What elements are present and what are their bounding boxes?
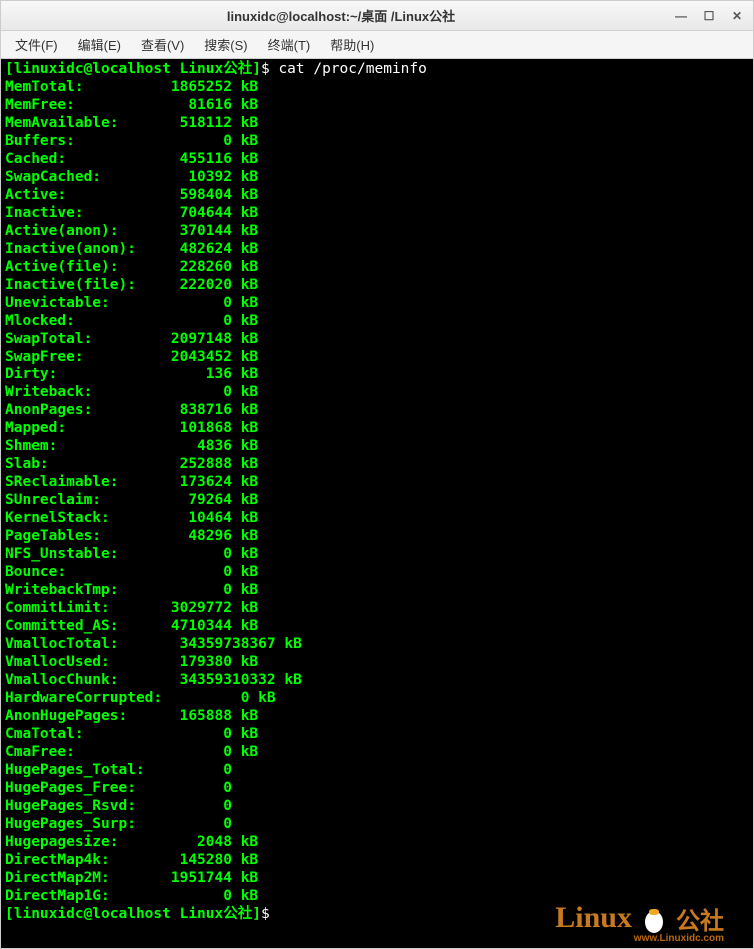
meminfo-row: SwapTotal: 2097148 kB — [5, 331, 258, 347]
prompt-dollar: $ — [261, 61, 278, 77]
meminfo-row: SwapCached: 10392 kB — [5, 169, 258, 185]
close-button[interactable]: ✕ — [729, 8, 745, 24]
meminfo-row: Dirty: 136 kB — [5, 366, 258, 382]
meminfo-row: Slab: 252888 kB — [5, 456, 258, 472]
prompt-line-end: [linuxidc@localhost Linux公社] — [5, 906, 261, 922]
meminfo-row: VmallocTotal: 34359738367 kB — [5, 636, 302, 652]
meminfo-row: CmaTotal: 0 kB — [5, 726, 258, 742]
meminfo-row: Active(file): 228260 kB — [5, 259, 258, 275]
meminfo-row: AnonHugePages: 165888 kB — [5, 708, 258, 724]
meminfo-row: HugePages_Surp: 0 — [5, 816, 232, 832]
maximize-button[interactable]: ☐ — [701, 8, 717, 24]
prompt-line: [linuxidc@localhost Linux公社] — [5, 61, 261, 77]
meminfo-row: Inactive(file): 222020 kB — [5, 277, 258, 293]
prompt-dollar-end: $ — [261, 906, 278, 922]
meminfo-row: Inactive(anon): 482624 kB — [5, 241, 258, 257]
meminfo-row: VmallocUsed: 179380 kB — [5, 654, 258, 670]
menu-edit[interactable]: 编辑(E) — [68, 31, 131, 58]
terminal-window: linuxidc@localhost:~/桌面 /Linux公社 — ☐ ✕ 文… — [0, 0, 754, 949]
meminfo-row: KernelStack: 10464 kB — [5, 510, 258, 526]
titlebar[interactable]: linuxidc@localhost:~/桌面 /Linux公社 — ☐ ✕ — [1, 1, 753, 31]
meminfo-row: CommitLimit: 3029772 kB — [5, 600, 258, 616]
menu-terminal[interactable]: 终端(T) — [258, 31, 321, 58]
meminfo-row: SReclaimable: 173624 kB — [5, 474, 258, 490]
meminfo-row: MemAvailable: 518112 kB — [5, 115, 258, 131]
meminfo-row: Writeback: 0 kB — [5, 384, 258, 400]
meminfo-row: Cached: 455116 kB — [5, 151, 258, 167]
meminfo-row: HugePages_Total: 0 — [5, 762, 232, 778]
command-text: cat /proc/meminfo — [278, 61, 426, 77]
menu-view[interactable]: 查看(V) — [131, 31, 194, 58]
meminfo-row: Buffers: 0 kB — [5, 133, 258, 149]
meminfo-row: Bounce: 0 kB — [5, 564, 258, 580]
window-title: linuxidc@localhost:~/桌面 /Linux公社 — [9, 6, 673, 25]
meminfo-row: Hugepagesize: 2048 kB — [5, 834, 258, 850]
meminfo-row: SwapFree: 2043452 kB — [5, 349, 258, 365]
menubar: 文件(F) 编辑(E) 查看(V) 搜索(S) 终端(T) 帮助(H) — [1, 31, 753, 59]
meminfo-row: NFS_Unstable: 0 kB — [5, 546, 258, 562]
meminfo-row: Mlocked: 0 kB — [5, 313, 258, 329]
menu-file[interactable]: 文件(F) — [5, 31, 68, 58]
meminfo-row: Committed_AS: 4710344 kB — [5, 618, 258, 634]
meminfo-row: DirectMap4k: 145280 kB — [5, 852, 258, 868]
meminfo-row: CmaFree: 0 kB — [5, 744, 258, 760]
meminfo-row: WritebackTmp: 0 kB — [5, 582, 258, 598]
window-controls: — ☐ ✕ — [673, 8, 745, 24]
meminfo-row: Inactive: 704644 kB — [5, 205, 258, 221]
meminfo-row: Mapped: 101868 kB — [5, 420, 258, 436]
meminfo-row: SUnreclaim: 79264 kB — [5, 492, 258, 508]
meminfo-row: PageTables: 48296 kB — [5, 528, 258, 544]
meminfo-row: HugePages_Free: 0 — [5, 780, 232, 796]
meminfo-row: HugePages_Rsvd: 0 — [5, 798, 232, 814]
meminfo-row: DirectMap1G: 0 kB — [5, 888, 258, 904]
meminfo-row: Unevictable: 0 kB — [5, 295, 258, 311]
meminfo-row: DirectMap2M: 1951744 kB — [5, 870, 258, 886]
meminfo-row: MemTotal: 1865252 kB — [5, 79, 258, 95]
meminfo-row: AnonPages: 838716 kB — [5, 402, 258, 418]
terminal-content[interactable]: [linuxidc@localhost Linux公社]$ cat /proc/… — [1, 59, 753, 948]
meminfo-row: Active: 598404 kB — [5, 187, 258, 203]
menu-help[interactable]: 帮助(H) — [320, 31, 384, 58]
meminfo-row: Active(anon): 370144 kB — [5, 223, 258, 239]
meminfo-row: Shmem: 4836 kB — [5, 438, 258, 454]
menu-search[interactable]: 搜索(S) — [194, 31, 257, 58]
meminfo-row: MemFree: 81616 kB — [5, 97, 258, 113]
meminfo-row: HardwareCorrupted: 0 kB — [5, 690, 276, 706]
meminfo-row: VmallocChunk: 34359310332 kB — [5, 672, 302, 688]
minimize-button[interactable]: — — [673, 8, 689, 24]
